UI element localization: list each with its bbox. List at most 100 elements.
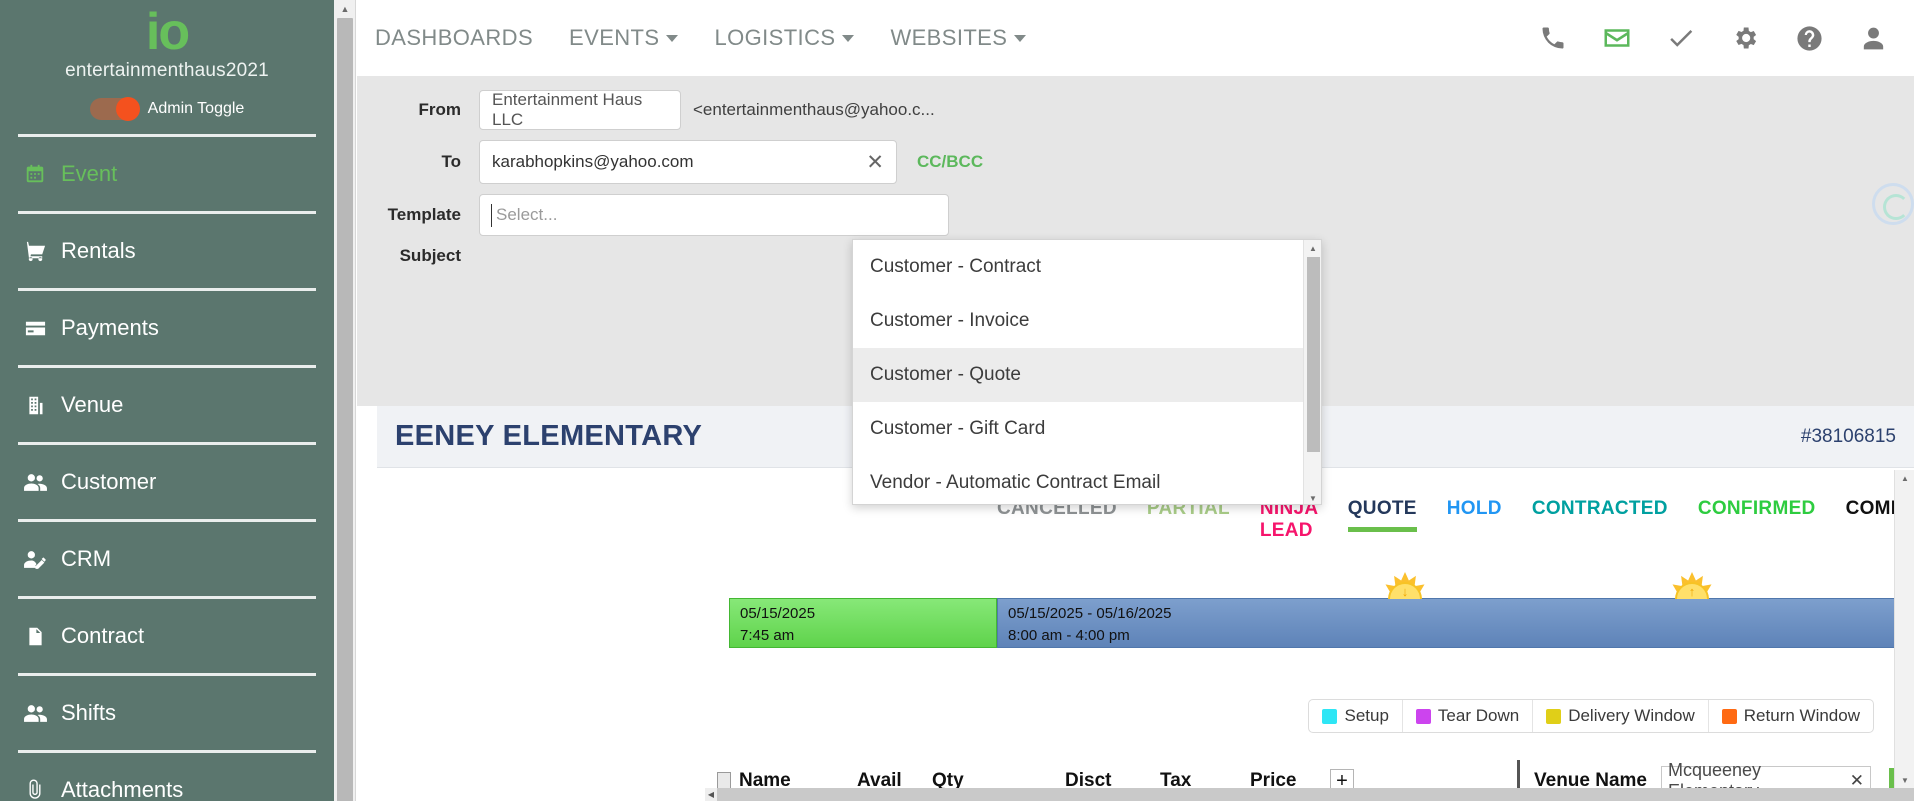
active-tab-underline [1347, 527, 1417, 532]
event-number: #38106815 [1800, 425, 1896, 447]
from-input[interactable]: Entertainment Haus LLC [479, 90, 681, 130]
sun-arrow-down: ↓ [1401, 584, 1409, 599]
admin-toggle-row[interactable]: Admin Toggle [0, 97, 334, 134]
legend-swatch [1721, 708, 1737, 724]
legend-item-tear-down[interactable]: Tear Down [1403, 700, 1534, 732]
legend-item-return-window[interactable]: Return Window [1709, 700, 1873, 732]
sidebar-divider [18, 365, 316, 368]
status-tab-label: CONFIRMED [1697, 498, 1816, 519]
toggle-knob [115, 97, 140, 121]
admin-toggle-switch[interactable] [89, 97, 140, 121]
timeline-legend: Setup Tear Down Delivery Window Return W… [1308, 699, 1874, 733]
scroll-up-arrow[interactable]: ▲ [1895, 470, 1914, 486]
template-dropdown-list[interactable]: Customer - Contract Customer - Invoice C… [852, 239, 1322, 505]
dropdown-option-customer-invoice[interactable]: Customer - Invoice [853, 294, 1321, 348]
select-all-checkbox[interactable] [717, 771, 731, 790]
nav-dashboards[interactable]: DASHBOARDS [375, 25, 533, 51]
top-nav-icons [1536, 0, 1890, 76]
sidebar-item-contract[interactable]: Contract [0, 599, 334, 673]
sidebar-item-label: Attachments [61, 777, 184, 801]
scroll-thumb[interactable] [337, 18, 353, 801]
timeline-segment-main[interactable]: ↓ ↑ 05/15/2025 - 05/16/2025 8:00 am - 4:… [997, 572, 1914, 648]
user-edit-icon [22, 547, 48, 572]
sidebar-item-customer[interactable]: Customer [0, 445, 334, 519]
card-icon [22, 317, 48, 340]
to-input[interactable]: karabhopkins@yahoo.com ✕ [479, 140, 897, 184]
compose-to-row: To karabhopkins@yahoo.com ✕ CC/BCC [357, 140, 1914, 184]
gear-icon[interactable] [1728, 21, 1762, 55]
phone-icon[interactable] [1536, 21, 1570, 55]
main-content: DASHBOARDS EVENTS LOGISTICS WEBSITES EEN… [357, 0, 1914, 801]
sidebar-item-label: Rentals [61, 238, 136, 263]
timeline-date: 05/15/2025 [740, 605, 816, 622]
brand-logo[interactable]: io [0, 0, 334, 58]
status-tab-label: QUOTE [1347, 498, 1417, 519]
sidebar-item-crm[interactable]: CRM [0, 522, 334, 596]
user-icon[interactable] [1856, 21, 1890, 55]
status-tab-contracted[interactable]: CONTRACTED [1532, 498, 1668, 532]
dropdown-option-customer-gift-card[interactable]: Customer - Gift Card [853, 402, 1321, 456]
sidebar-divider [18, 596, 316, 599]
envelope-icon[interactable] [1600, 21, 1634, 55]
panel-scrollbar[interactable]: ▲ ▼ [1894, 470, 1914, 788]
scroll-down-arrow[interactable]: ▼ [1895, 772, 1914, 788]
page-title: EENEY ELEMENTARY [395, 420, 703, 452]
page-scrollbar[interactable]: ▲ [334, 0, 356, 801]
dropdown-option-label: Customer - Invoice [870, 310, 1030, 331]
sidebar-divider [18, 288, 316, 291]
legend-label: Setup [1344, 706, 1389, 725]
sidebar-item-event[interactable]: Event [0, 137, 334, 211]
status-tab-hold[interactable]: HOLD [1447, 498, 1502, 532]
people-icon [22, 701, 48, 726]
close-icon[interactable]: ✕ [856, 150, 884, 175]
scroll-up-arrow[interactable]: ▲ [334, 0, 356, 18]
sidebar-item-rentals[interactable]: Rentals [0, 214, 334, 288]
cc-bcc-link[interactable]: CC/BCC [917, 152, 983, 172]
check-icon[interactable] [1664, 21, 1698, 55]
dropdown-scrollbar[interactable]: ▲ ▼ [1303, 240, 1321, 504]
template-select-input[interactable]: Select... [479, 194, 949, 236]
from-value: Entertainment Haus LLC [492, 90, 643, 129]
sidebar-item-label: Shifts [61, 700, 117, 725]
sidebar-divider [18, 442, 316, 445]
scroll-up-arrow[interactable]: ▲ [1304, 240, 1321, 256]
text-cursor [491, 204, 492, 227]
sidebar-divider [18, 211, 316, 214]
dropdown-option-customer-contract[interactable]: Customer - Contract [853, 240, 1321, 294]
sidebar-item-attachments[interactable]: Attachments [0, 753, 334, 801]
sidebar-item-venue[interactable]: Venue [0, 368, 334, 442]
nav-websites[interactable]: WEBSITES [890, 25, 1027, 51]
scroll-down-arrow[interactable]: ▼ [1304, 490, 1321, 504]
chevron-down-icon [666, 34, 679, 42]
legend-item-setup[interactable]: Setup [1309, 700, 1403, 732]
timeline-segment-start[interactable]: 05/15/2025 7:45 am [729, 598, 997, 648]
admin-toggle-label: Admin Toggle [147, 100, 245, 117]
nav-events[interactable]: EVENTS [569, 25, 679, 51]
horizontal-scrollbar[interactable]: ◀ ▶ [705, 788, 1914, 801]
status-tab-label: CONTRACTED [1531, 498, 1668, 519]
loading-spinner-icon [1872, 183, 1914, 225]
cart-icon [22, 240, 48, 263]
sidebar-divider [18, 519, 316, 522]
question-circle-icon[interactable] [1792, 21, 1826, 55]
sidebar-divider [18, 673, 316, 676]
sun-arrow-up: ↑ [1688, 584, 1696, 599]
status-tab-ninja-lead[interactable]: NINJA LEAD [1260, 498, 1318, 554]
scroll-thumb[interactable] [1307, 257, 1320, 452]
status-tab-quote[interactable]: QUOTE [1347, 498, 1417, 532]
to-value: karabhopkins@yahoo.com [492, 152, 694, 171]
nav-logistics[interactable]: LOGISTICS [714, 25, 855, 51]
dropdown-option-customer-quote[interactable]: Customer - Quote [853, 348, 1321, 402]
sunset-icon: ↓ [1382, 569, 1428, 599]
status-tab-confirmed[interactable]: CONFIRMED [1698, 498, 1816, 532]
scroll-left-arrow[interactable]: ◀ [705, 788, 717, 801]
document-icon [22, 626, 48, 647]
timeline-time: 8:00 am - 4:00 pm [1008, 627, 1130, 644]
sidebar-item-shifts[interactable]: Shifts [0, 676, 334, 750]
dropdown-option-vendor-automatic-contract-email[interactable]: Vendor - Automatic Contract Email [853, 456, 1321, 504]
sidebar-item-payments[interactable]: Payments [0, 291, 334, 365]
compose-template-row: Template Select... [357, 194, 1914, 236]
compose-from-row: From Entertainment Haus LLC <entertainme… [357, 90, 1914, 130]
legend-item-delivery-window[interactable]: Delivery Window [1533, 700, 1709, 732]
io-logo-icon: io [145, 3, 190, 61]
